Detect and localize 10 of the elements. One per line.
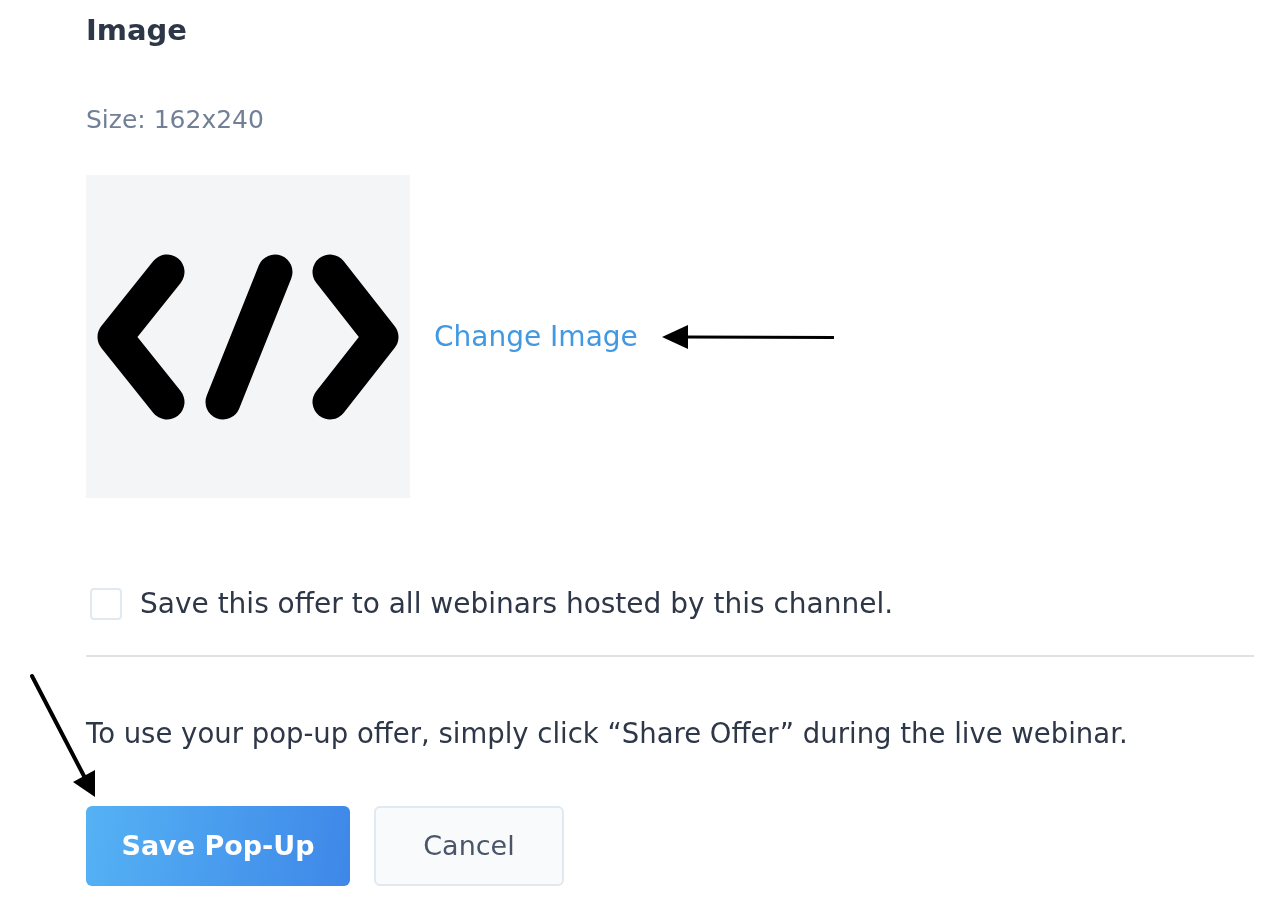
size-note: Size: 162x240 — [86, 104, 265, 136]
checkbox[interactable] — [90, 588, 122, 620]
instruction-text: To use your pop-up offer, simply click “Share Offer” during the live webinar. — [86, 716, 1129, 751]
cancel-button[interactable]: Cancel — [374, 806, 564, 886]
section-heading: Image — [86, 12, 188, 48]
checkbox-label: Save this offer to all webinars hosted by this channel. — [140, 586, 894, 622]
arrow-icon — [661, 323, 834, 350]
code-icon — [96, 253, 400, 420]
change-image-link[interactable]: Change Image — [434, 315, 638, 358]
save-button[interactable]: Save Pop-Up — [86, 806, 350, 886]
